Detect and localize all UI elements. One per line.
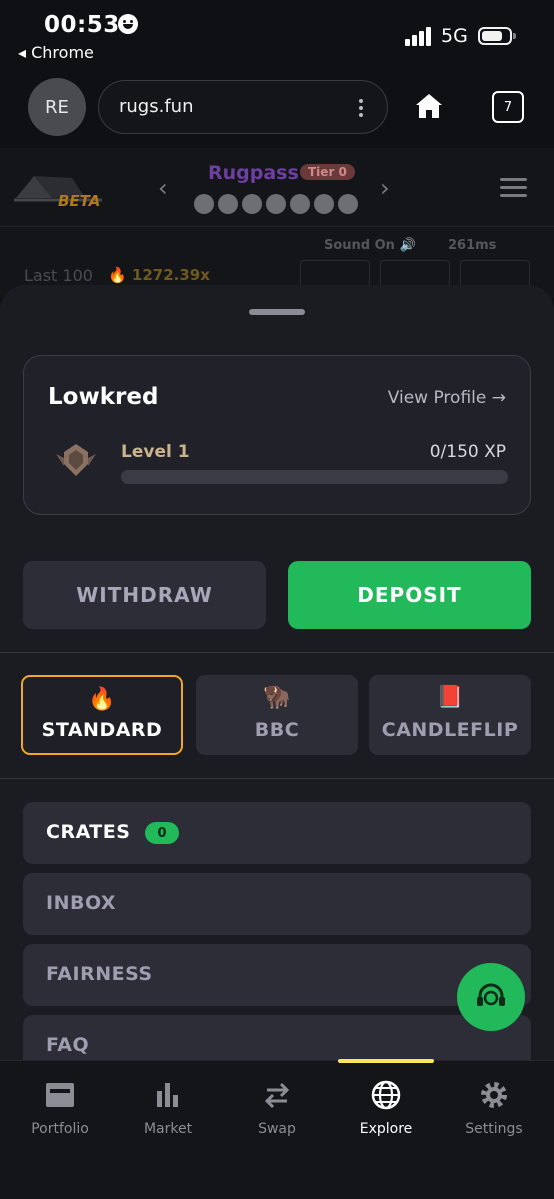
profile-avatar[interactable]: RE [28,78,86,136]
back-to-app-link[interactable]: ◂ Chrome [18,43,94,62]
nav-settings[interactable]: Settings [440,1079,548,1137]
mode-bbc[interactable]: 🦬 BBC [196,675,358,755]
fire-icon: 🔥 [88,687,116,712]
browser-toolbar: RE rugs.fun 7 [0,70,554,148]
nav-market[interactable]: Market [114,1079,222,1137]
coin-icon [242,194,262,214]
view-profile-link[interactable]: View Profile → [388,388,506,408]
home-icon[interactable] [414,92,444,120]
beta-badge: BETA [58,192,101,210]
nav-explore[interactable]: Explore [332,1079,440,1137]
url-text: rugs.fun [119,96,194,117]
mode-label: BBC [254,719,300,741]
tabs-button[interactable]: 7 [492,91,524,123]
xp-value: 0/150 XP [429,442,506,462]
globe-icon [371,1080,401,1110]
divider [0,652,554,653]
mode-label: CANDLEFLIP [381,719,519,741]
battery-icon [478,27,516,45]
multiplier-value: 🔥 1272.39x [108,266,210,284]
active-tab-indicator [338,1059,434,1063]
mode-label: STANDARD [41,719,163,741]
menu-item-label: FAQ [46,1034,90,1056]
menu-item-label: INBOX [46,892,117,914]
support-chat-button[interactable] [457,963,525,1031]
network-type: 5G [441,25,468,47]
status-bar: 00:53 ◂ Chrome 5G [0,0,554,70]
coin-icon [290,194,310,214]
menu-item-crates[interactable]: CRATES 0 [23,802,531,864]
menu-item-fairness[interactable]: FAIRNESS [23,944,531,1006]
bottom-sheet: Lowkred View Profile → Level 1 0/150 XP … [0,285,554,1061]
nav-portfolio[interactable]: Portfolio [6,1079,114,1137]
level-label: Level 1 [121,442,190,462]
ping-readout: 261ms [448,238,497,253]
rugpass-progress [194,194,360,214]
bottom-nav: Portfolio Market Swap Explore Settings [0,1059,554,1199]
sheet-handle[interactable] [249,309,305,315]
signal-icon [405,26,433,46]
game-header: BETA ‹ Rugpass Tier 0 › Sound On 🔊 261ms… [0,148,554,300]
nav-label: Market [143,1121,193,1137]
divider [0,778,554,779]
portfolio-icon [46,1083,74,1107]
coin-icon [266,194,286,214]
more-options-icon[interactable] [359,99,363,117]
menu-icon[interactable] [500,178,527,202]
menu-item-label: CRATES [46,821,131,843]
sound-toggle[interactable]: Sound On 🔊 [324,238,416,253]
xp-progress-bar [121,470,508,484]
coin-icon [314,194,334,214]
gear-icon [481,1082,507,1108]
last-100-label: Last 100 [24,266,93,285]
divider [0,226,554,227]
coin-icon [338,194,358,214]
coin-icon [194,194,214,214]
chevron-right-icon[interactable]: › [380,174,390,202]
nav-label: Explore [359,1121,413,1137]
nav-label: Swap [258,1121,296,1137]
menu-item-inbox[interactable]: INBOX [23,873,531,935]
nav-label: Portfolio [31,1121,89,1137]
username: Lowkred [48,384,159,410]
mode-standard[interactable]: 🔥 STANDARD [21,675,183,755]
bison-icon: 🦬 [263,685,291,710]
menu-item-faq[interactable]: FAQ [23,1015,531,1061]
chevron-left-icon[interactable]: ‹ [158,174,168,202]
headset-icon [477,983,505,1006]
profile-card: Lowkred View Profile → Level 1 0/150 XP [23,355,531,515]
rank-badge-icon [56,444,96,476]
deposit-button[interactable]: DEPOSIT [288,561,531,629]
coin-icon [218,194,238,214]
bar-chart-icon [157,1083,178,1107]
menu-item-label: FAIRNESS [46,963,153,985]
clock: 00:53 [44,12,120,38]
withdraw-button[interactable]: WITHDRAW [23,561,266,629]
crates-count-badge: 0 [145,822,179,844]
nav-label: Settings [465,1121,523,1137]
tier-badge: Tier 0 [300,164,355,180]
swap-arrows-icon [264,1082,290,1109]
candle-icon: 📕 [436,685,464,710]
address-bar[interactable]: rugs.fun [98,80,388,134]
rugpass-title[interactable]: Rugpass [208,162,299,184]
nav-swap[interactable]: Swap [223,1079,331,1137]
mode-candleflip[interactable]: 📕 CANDLEFLIP [369,675,531,755]
smiley-icon [118,14,138,34]
